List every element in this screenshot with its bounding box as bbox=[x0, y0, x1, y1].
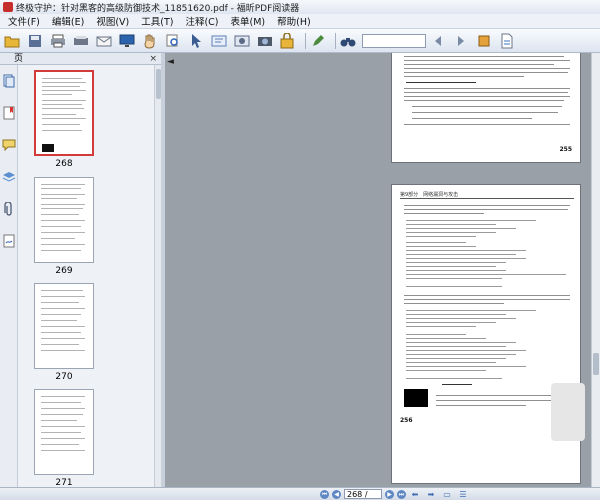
pen-button[interactable] bbox=[309, 32, 327, 50]
menu-file[interactable]: 文件(F) bbox=[2, 14, 46, 28]
save-button[interactable] bbox=[26, 32, 44, 50]
document-scrollbar-thumb[interactable] bbox=[593, 353, 599, 375]
tab-attachments[interactable] bbox=[1, 199, 17, 219]
zoom-button[interactable] bbox=[164, 32, 182, 50]
snapshot-icon bbox=[234, 35, 250, 46]
pen-icon bbox=[313, 34, 324, 46]
tab-layers[interactable] bbox=[1, 167, 17, 187]
find-button[interactable] bbox=[339, 32, 357, 50]
app-logo-icon bbox=[3, 2, 13, 12]
first-page-button[interactable]: ⏮ bbox=[320, 489, 329, 499]
panel-tab-strip bbox=[0, 65, 18, 487]
menu-tools[interactable]: 工具(T) bbox=[135, 14, 179, 28]
close-panel-button[interactable]: × bbox=[149, 53, 157, 65]
tab-pages[interactable] bbox=[1, 71, 17, 91]
note-icon-box bbox=[404, 389, 428, 407]
page-number: 255 bbox=[559, 146, 572, 153]
toolbar-separator bbox=[305, 32, 306, 49]
document-view[interactable]: ◄ 255 第9部分 网络漏洞与攻击 256 bbox=[165, 53, 591, 487]
full-screen-button[interactable] bbox=[118, 32, 136, 50]
menu-view[interactable]: 视图(V) bbox=[90, 14, 135, 28]
thumbnail-269[interactable] bbox=[34, 177, 94, 263]
toolbar-separator bbox=[335, 32, 336, 49]
forward-button[interactable]: ➡ bbox=[425, 490, 437, 499]
back-button[interactable]: ⬅ bbox=[409, 490, 421, 499]
running-header: 第9部分 网络漏洞与攻击 bbox=[400, 192, 459, 198]
thumbnail-label: 268 bbox=[55, 159, 73, 169]
thumbnail-label: 269 bbox=[55, 266, 73, 276]
attachment-icon bbox=[4, 202, 12, 216]
highlight-button[interactable] bbox=[475, 32, 493, 50]
prev-page-button[interactable]: ◀ bbox=[332, 489, 341, 499]
pages-panel-title: 页 bbox=[14, 54, 24, 64]
next-page-button[interactable]: ▶ bbox=[385, 489, 394, 499]
search-prev-icon bbox=[435, 35, 441, 46]
email-button[interactable] bbox=[95, 32, 113, 50]
collapse-panel-button[interactable]: ◄ bbox=[167, 57, 174, 67]
thumbnail-label: 270 bbox=[55, 372, 73, 382]
folder-icon bbox=[4, 36, 20, 47]
camera-button[interactable] bbox=[256, 32, 274, 50]
toolbar bbox=[0, 29, 600, 53]
hand-tool-icon bbox=[144, 34, 155, 49]
thumbnail-label: 271 bbox=[55, 478, 73, 487]
snapshot-button[interactable] bbox=[233, 32, 251, 50]
page-number-input[interactable]: 268 / 376 bbox=[344, 489, 382, 500]
document-page-top: 255 bbox=[391, 53, 581, 163]
text-select-button[interactable] bbox=[210, 32, 228, 50]
zoom-icon bbox=[166, 34, 178, 46]
search-input[interactable] bbox=[362, 33, 426, 48]
email-icon bbox=[96, 36, 112, 46]
pages-panel-header: 页 × bbox=[0, 53, 161, 65]
select-icon bbox=[192, 33, 201, 48]
print-setup-icon bbox=[74, 35, 88, 45]
search-prev-button[interactable] bbox=[429, 32, 447, 50]
bookmark-icon bbox=[3, 106, 15, 120]
page-number: 256 bbox=[400, 417, 413, 424]
page-button[interactable] bbox=[498, 32, 516, 50]
document-scrollbar[interactable] bbox=[591, 53, 600, 487]
thumbnail-271[interactable] bbox=[34, 389, 94, 475]
thumbnail-268[interactable] bbox=[34, 70, 94, 156]
tab-bookmarks[interactable] bbox=[1, 103, 17, 123]
select-button[interactable] bbox=[187, 32, 205, 50]
camera-icon bbox=[258, 36, 272, 46]
continuous-view-button[interactable]: ☰ bbox=[457, 490, 469, 499]
signature-icon bbox=[3, 234, 15, 248]
binoculars-icon bbox=[340, 37, 356, 46]
open-folder-button[interactable] bbox=[3, 32, 21, 50]
title-bar: 终极守护：针对黑客的高级防御技术_11851620.pdf - 福昕PDF阅读器 bbox=[0, 0, 600, 14]
layers-icon bbox=[2, 172, 16, 182]
hand-tool-button[interactable] bbox=[141, 32, 159, 50]
pages-icon bbox=[3, 74, 15, 88]
menu-bar: 文件(F) 编辑(E) 视图(V) 工具(T) 注释(C) 表单(M) 帮助(H… bbox=[0, 14, 600, 29]
monitor-icon bbox=[119, 34, 135, 47]
thumbnail-list: 268 269 270 271 bbox=[18, 65, 154, 487]
window-title: 终极守护：针对黑客的高级防御技术_11851620.pdf - 福昕PDF阅读器 bbox=[16, 3, 300, 14]
watermark-seal bbox=[551, 383, 585, 441]
save-icon bbox=[29, 34, 41, 47]
text-select-icon bbox=[211, 35, 227, 46]
single-page-view-button[interactable]: ▭ bbox=[441, 490, 453, 499]
security-button[interactable] bbox=[279, 32, 297, 50]
menu-edit[interactable]: 编辑(E) bbox=[46, 14, 90, 28]
thumbnail-270[interactable] bbox=[34, 283, 94, 369]
highlight-icon bbox=[478, 35, 490, 46]
last-page-button[interactable]: ⏭ bbox=[397, 489, 406, 499]
tab-signatures[interactable] bbox=[1, 231, 17, 251]
status-bar: ⏮ ◀ 268 / 376 ▶ ⏭ ⬅ ➡ ▭ ☰ bbox=[0, 487, 600, 500]
menu-comments[interactable]: 注释(C) bbox=[179, 14, 224, 28]
menu-help[interactable]: 帮助(H) bbox=[271, 14, 317, 28]
print-setup-button[interactable] bbox=[72, 32, 90, 50]
print-icon bbox=[51, 34, 65, 47]
print-button[interactable] bbox=[49, 32, 67, 50]
tab-comments[interactable] bbox=[1, 135, 17, 155]
comment-icon bbox=[2, 139, 16, 151]
search-next-button[interactable] bbox=[452, 32, 470, 50]
lock-icon bbox=[280, 32, 294, 48]
search-next-icon bbox=[458, 35, 464, 46]
menu-forms[interactable]: 表单(M) bbox=[225, 14, 272, 28]
page-icon bbox=[501, 33, 513, 48]
